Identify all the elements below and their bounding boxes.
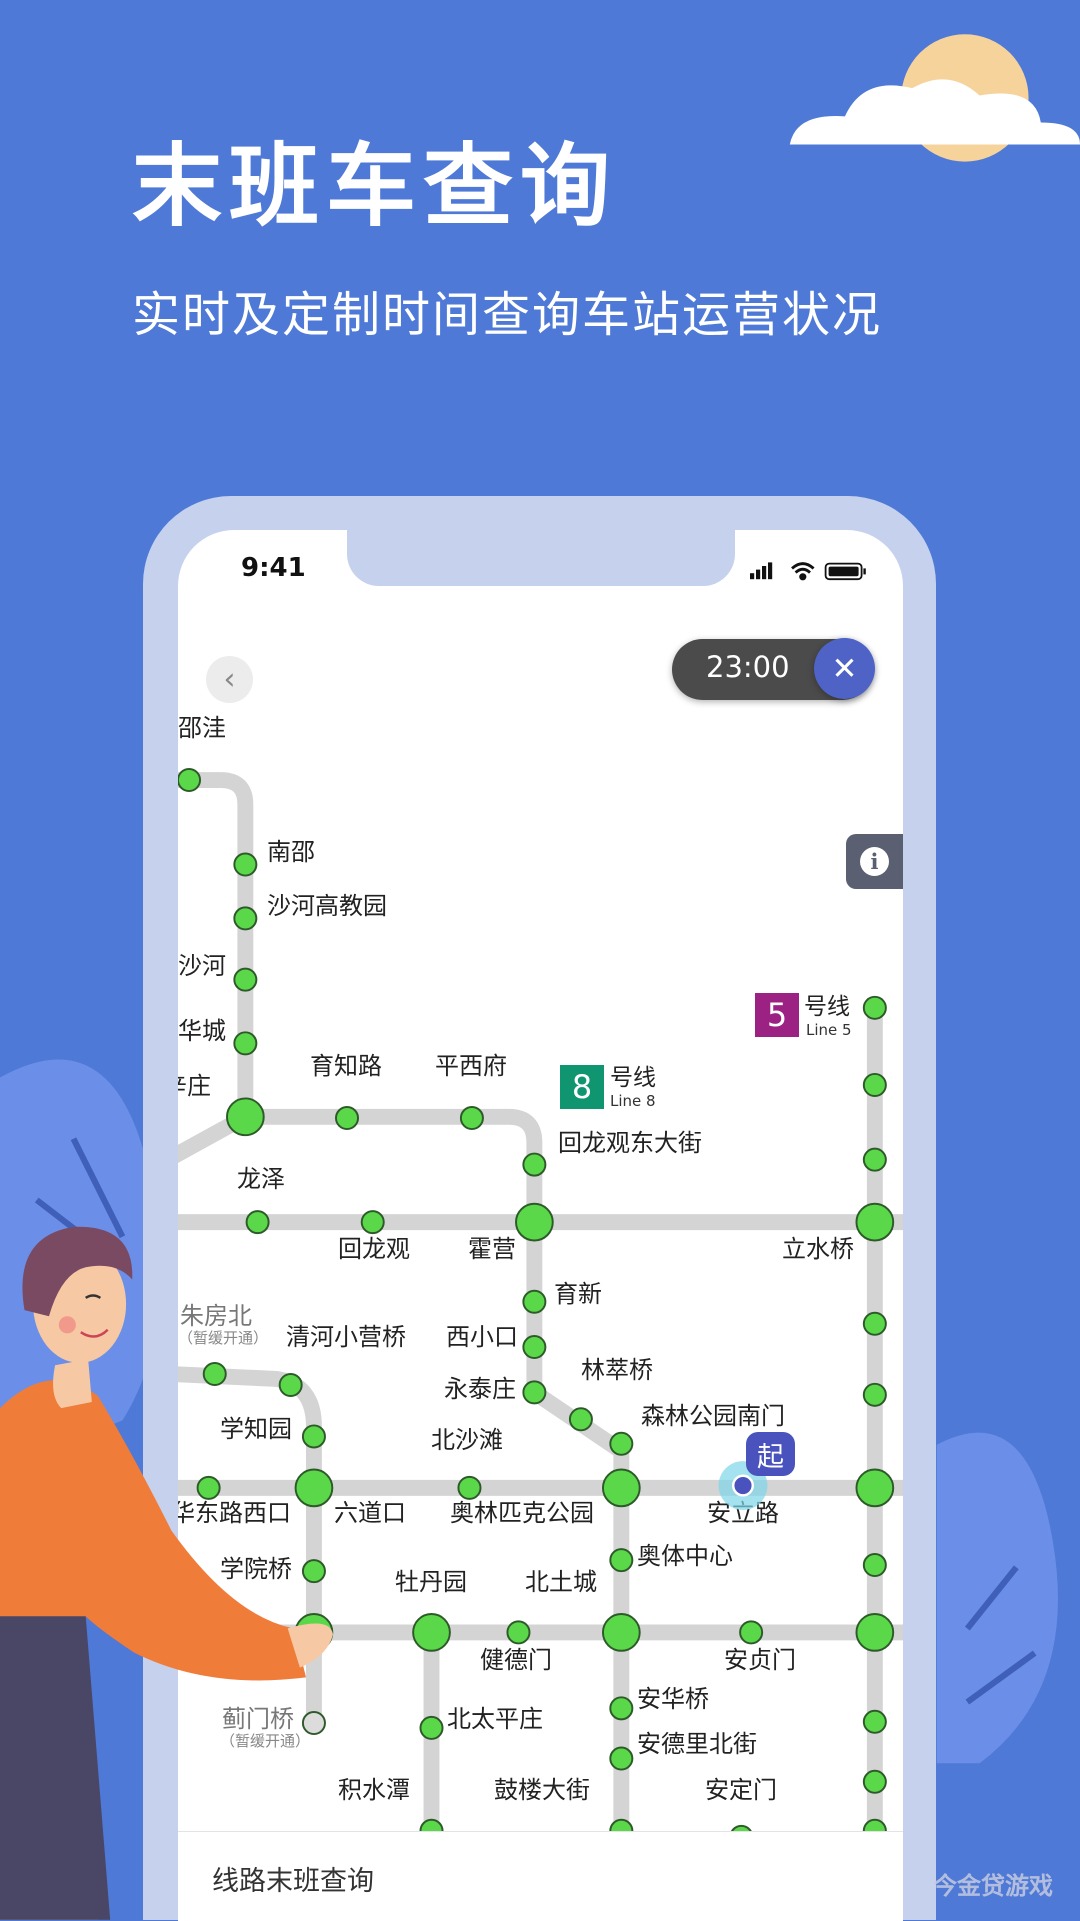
station-label[interactable]: 牡丹园 <box>395 1570 467 1594</box>
station-label[interactable]: 安定门 <box>705 1778 777 1802</box>
line5-badge[interactable]: 5 <box>755 993 799 1037</box>
hero-subtitle: 实时及定制时间查询车站运营状况 <box>132 287 883 343</box>
station-label[interactable]: 育知路 <box>310 1054 382 1078</box>
station-label[interactable]: 安华桥 <box>637 1687 709 1711</box>
station-label[interactable]: 龙泽 <box>237 1167 285 1191</box>
battery-icon <box>824 562 866 581</box>
station-label[interactable]: 森林公园南门 <box>641 1404 785 1428</box>
station-label[interactable]: 健德门 <box>480 1648 552 1672</box>
info-button[interactable]: i <box>846 834 903 889</box>
station-label[interactable]: 奥林匹克公园 <box>450 1501 594 1525</box>
watermark: 今金贷游戏 <box>933 1872 1053 1900</box>
station-label[interactable]: 辛庄 <box>178 1074 211 1098</box>
station-label[interactable]: 鼓楼大街 <box>494 1778 590 1802</box>
line8-name: 号线 <box>610 1065 656 1091</box>
station-label[interactable]: 南邵 <box>267 840 315 864</box>
station-label[interactable]: 回龙观东大街 <box>558 1131 702 1155</box>
time-filter-pill[interactable]: 23:00 ✕ <box>672 638 875 700</box>
wifi-icon <box>791 562 815 581</box>
phone-notch <box>347 530 735 586</box>
station-label[interactable]: 安德里北街 <box>637 1732 757 1756</box>
station-label[interactable]: 平西府 <box>435 1054 507 1078</box>
person-illustration <box>0 1226 333 1920</box>
line5-name: 号线 <box>804 994 850 1020</box>
close-button[interactable]: ✕ <box>814 638 875 699</box>
station-label[interactable]: 北沙滩 <box>431 1428 503 1452</box>
station-label[interactable]: 西小口 <box>446 1325 518 1349</box>
hero-title: 末班车查询 <box>132 134 617 239</box>
station-label[interactable]: 育新 <box>554 1282 602 1306</box>
line8-badge[interactable]: 8 <box>560 1065 604 1109</box>
station-label[interactable]: 沙河高教园 <box>267 894 387 918</box>
station-label[interactable]: 永泰庄 <box>444 1377 516 1401</box>
station-label[interactable]: 霍营 <box>468 1237 516 1261</box>
close-icon: ✕ <box>831 650 858 687</box>
station-label[interactable]: 沙河 <box>178 954 226 978</box>
back-button[interactable]: ‹ <box>206 656 253 703</box>
chevron-left-icon: ‹ <box>223 662 236 697</box>
station-label[interactable]: 华城 <box>178 1019 226 1043</box>
promo-screen: 末班车查询 实时及定制时间查询车站运营状况 邵洼南邵沙河高教园沙河华城辛庄 育知路… <box>0 0 1080 1921</box>
station-label[interactable]: 安贞门 <box>724 1648 796 1672</box>
station-label[interactable]: 奥体中心 <box>637 1544 733 1568</box>
status-icons <box>750 562 866 581</box>
line8-en: Line 8 <box>610 1092 656 1110</box>
time-filter-value: 23:00 <box>706 650 790 684</box>
station-label[interactable]: 林萃桥 <box>581 1358 653 1382</box>
tree-right-icon <box>936 1432 1058 1764</box>
status-time: 9:41 <box>241 553 306 583</box>
start-marker[interactable]: 起 <box>746 1432 795 1476</box>
info-icon: i <box>860 847 889 876</box>
signal-icon <box>750 562 773 580</box>
station-label[interactable]: 立水桥 <box>782 1237 854 1261</box>
line5-en: Line 5 <box>806 1021 852 1039</box>
cloud-icon <box>789 79 1080 145</box>
station-label[interactable]: 北土城 <box>525 1570 597 1594</box>
station-label[interactable]: 邵洼 <box>178 716 226 740</box>
station-label[interactable]: 北太平庄 <box>447 1707 543 1731</box>
